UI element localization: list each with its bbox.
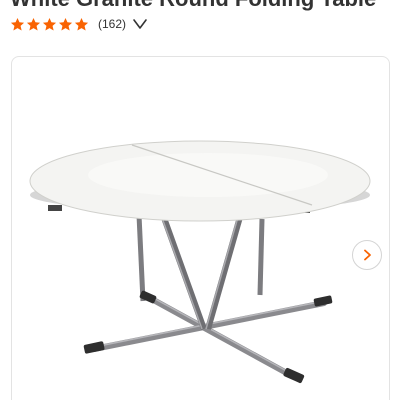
star-rating (10, 17, 90, 32)
product-image[interactable] (12, 57, 391, 400)
star-icon (26, 17, 41, 30)
product-title: White Granite Round Folding Table (10, 0, 376, 12)
product-page: White Granite Round Folding Table (162) (0, 0, 400, 400)
star-icon (58, 17, 73, 30)
star-icon (42, 17, 57, 30)
review-count[interactable]: (162) (98, 17, 126, 31)
chevron-down-icon[interactable] (132, 18, 148, 30)
next-image-button[interactable] (352, 240, 382, 270)
star-icon (74, 17, 89, 30)
rating-summary[interactable]: (162) (10, 14, 148, 34)
product-image-card (11, 56, 390, 400)
star-icon (10, 17, 25, 30)
chevron-right-icon (364, 249, 371, 261)
